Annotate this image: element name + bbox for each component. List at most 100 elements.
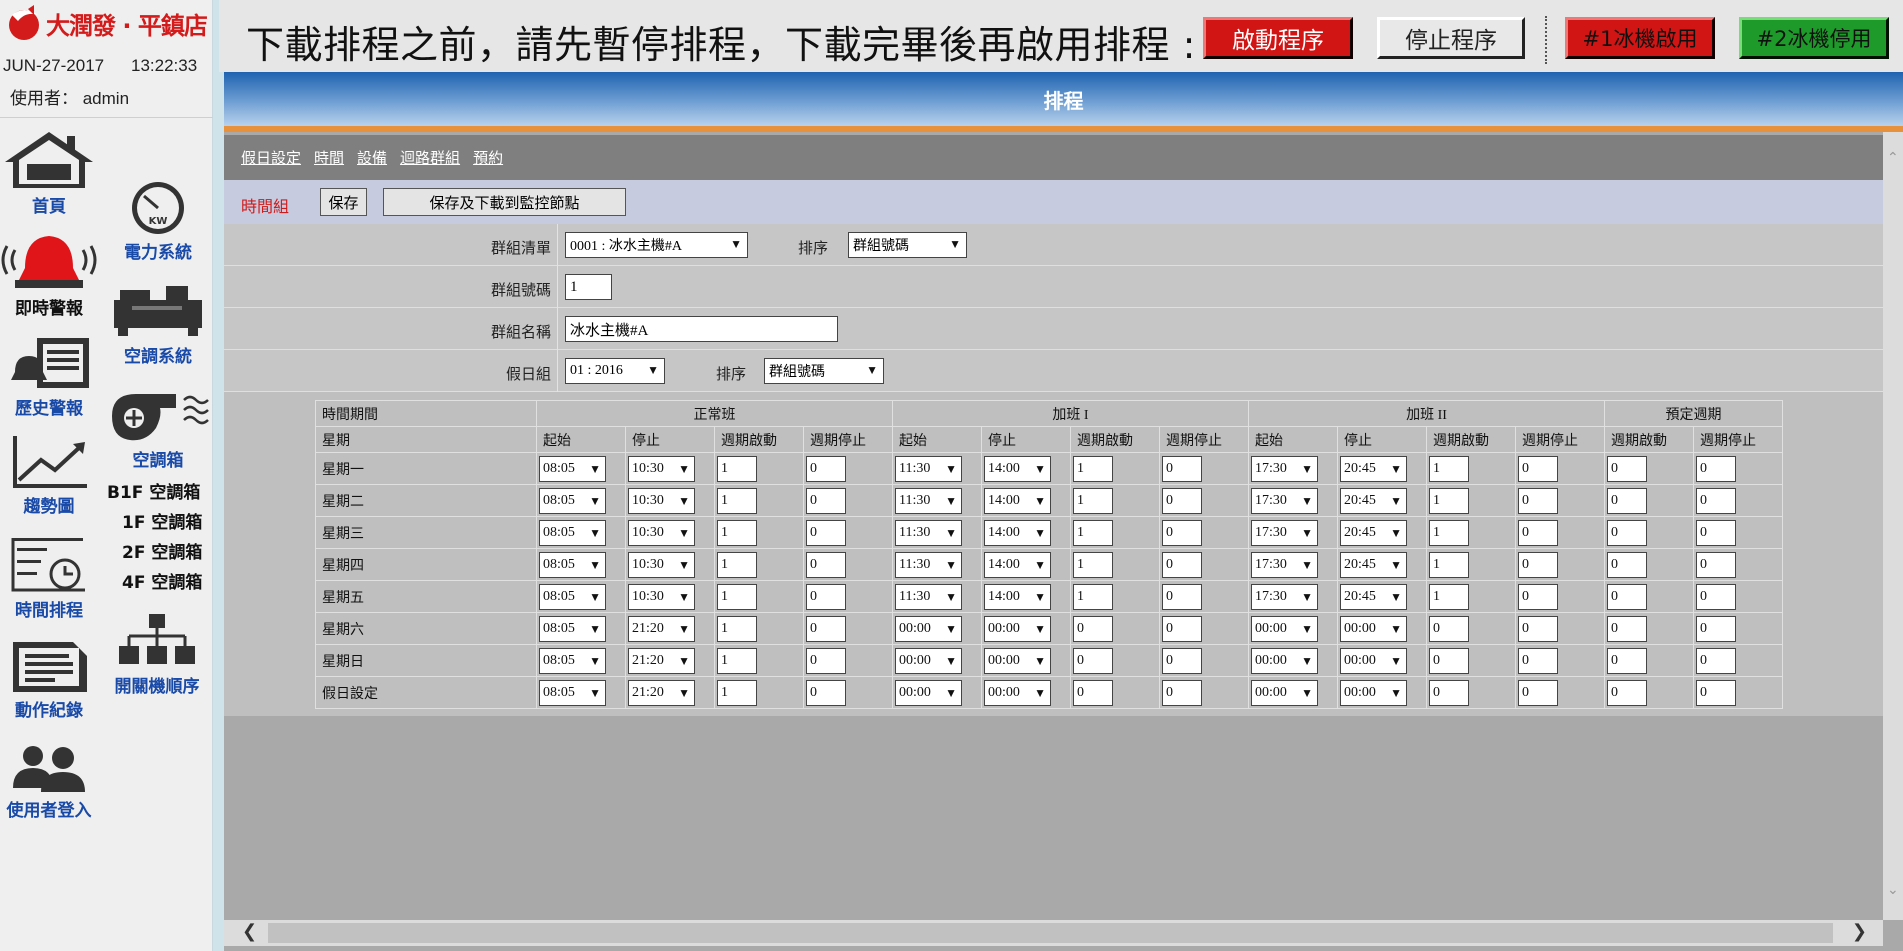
sort2-select[interactable]: 群組號碼 ▼: [764, 358, 884, 384]
start-time-select[interactable]: 08:05 ▼: [539, 583, 606, 610]
cycle-start-input[interactable]: 0: [1073, 679, 1113, 706]
cycle-stop-input[interactable]: 0: [806, 583, 846, 610]
stop-time-select[interactable]: 14:00 ▼: [984, 455, 1051, 482]
nav-power-system[interactable]: KW 電力系統: [106, 178, 210, 263]
cycle-stop-input[interactable]: 0: [1518, 647, 1558, 674]
planned-cycle-start-input[interactable]: 0: [1607, 487, 1647, 514]
start-time-select[interactable]: 17:30 ▼: [1251, 487, 1318, 514]
holiday-group-select[interactable]: 01 : 2016 ▼: [565, 358, 665, 384]
planned-cycle-start-input[interactable]: 0: [1607, 519, 1647, 546]
cycle-start-input[interactable]: 1: [1073, 487, 1113, 514]
chiller1-enable-button[interactable]: #1冰機啟用: [1565, 17, 1715, 59]
planned-cycle-stop-input[interactable]: 0: [1696, 455, 1736, 482]
planned-cycle-stop-input[interactable]: 0: [1696, 583, 1736, 610]
stop-time-select[interactable]: 20:45 ▼: [1340, 583, 1407, 610]
cycle-stop-input[interactable]: 0: [806, 455, 846, 482]
cycle-stop-input[interactable]: 0: [1518, 615, 1558, 642]
save-button[interactable]: 保存: [320, 188, 367, 216]
nav-realtime-alarm[interactable]: 即時警報: [0, 234, 98, 319]
cycle-stop-input[interactable]: 0: [1162, 519, 1202, 546]
nav-power-sequence[interactable]: 開關機順序: [104, 612, 210, 697]
start-time-select[interactable]: 00:00 ▼: [1251, 679, 1318, 706]
stop-time-select[interactable]: 21:20 ▼: [628, 615, 695, 642]
planned-cycle-stop-input[interactable]: 0: [1696, 615, 1736, 642]
horizontal-scroll-thumb[interactable]: [268, 923, 1833, 943]
stop-time-select[interactable]: 10:30 ▼: [628, 487, 695, 514]
stop-time-select[interactable]: 14:00 ▼: [984, 487, 1051, 514]
cycle-start-input[interactable]: 0: [1429, 647, 1469, 674]
cycle-stop-input[interactable]: 0: [1162, 455, 1202, 482]
cycle-start-input[interactable]: 1: [1429, 487, 1469, 514]
cycle-start-input[interactable]: 1: [717, 615, 757, 642]
cycle-stop-input[interactable]: 0: [1162, 615, 1202, 642]
cycle-stop-input[interactable]: 0: [806, 519, 846, 546]
nav-user-login[interactable]: 使用者登入: [0, 742, 98, 821]
cycle-start-input[interactable]: 1: [1073, 519, 1113, 546]
scroll-right-icon[interactable]: ❯: [1852, 921, 1867, 942]
start-time-select[interactable]: 11:30 ▼: [895, 519, 962, 546]
cycle-start-input[interactable]: 1: [1429, 455, 1469, 482]
start-time-select[interactable]: 11:30 ▼: [895, 583, 962, 610]
nav-history-alarm[interactable]: 歷史警報: [0, 334, 98, 419]
stop-time-select[interactable]: 21:20 ▼: [628, 647, 695, 674]
planned-cycle-stop-input[interactable]: 0: [1696, 679, 1736, 706]
start-time-select[interactable]: 17:30 ▼: [1251, 551, 1318, 578]
stop-time-select[interactable]: 14:00 ▼: [984, 519, 1051, 546]
cycle-start-input[interactable]: 1: [717, 455, 757, 482]
planned-cycle-start-input[interactable]: 0: [1607, 647, 1647, 674]
cycle-start-input[interactable]: 0: [1429, 679, 1469, 706]
cycle-start-input[interactable]: 1: [717, 679, 757, 706]
cycle-start-input[interactable]: 1: [1429, 551, 1469, 578]
planned-cycle-start-input[interactable]: 0: [1607, 615, 1647, 642]
subnav-time[interactable]: 時間: [314, 147, 344, 168]
cycle-stop-input[interactable]: 0: [1162, 487, 1202, 514]
start-time-select[interactable]: 17:30 ▼: [1251, 519, 1318, 546]
cycle-stop-input[interactable]: 0: [1162, 647, 1202, 674]
planned-cycle-stop-input[interactable]: 0: [1696, 487, 1736, 514]
scroll-left-icon[interactable]: ❮: [242, 921, 257, 942]
chiller2-disable-button[interactable]: #2冰機停用: [1739, 17, 1889, 59]
sort-select[interactable]: 群組號碼 ▼: [848, 232, 967, 258]
start-program-button[interactable]: 啟動程序: [1203, 17, 1353, 59]
stop-time-select[interactable]: 21:20 ▼: [628, 679, 695, 706]
planned-cycle-start-input[interactable]: 0: [1607, 455, 1647, 482]
cycle-start-input[interactable]: 1: [1073, 583, 1113, 610]
nav-hvac-system[interactable]: 空調系統: [106, 282, 210, 367]
cycle-stop-input[interactable]: 0: [806, 551, 846, 578]
scroll-down-icon[interactable]: ⌄: [1887, 882, 1899, 898]
start-time-select[interactable]: 00:00 ▼: [895, 647, 962, 674]
group-name-input[interactable]: 冰水主機#A: [565, 316, 838, 342]
start-time-select[interactable]: 17:30 ▼: [1251, 455, 1318, 482]
ac-floor-b1f[interactable]: B1F 空調箱: [107, 478, 200, 503]
cycle-start-input[interactable]: 1: [717, 551, 757, 578]
stop-time-select[interactable]: 00:00 ▼: [1340, 615, 1407, 642]
start-time-select[interactable]: 08:05 ▼: [539, 551, 606, 578]
nav-trend[interactable]: 趨勢圖: [0, 434, 98, 517]
cycle-start-input[interactable]: 1: [1073, 551, 1113, 578]
cycle-stop-input[interactable]: 0: [1162, 583, 1202, 610]
stop-time-select[interactable]: 20:45 ▼: [1340, 551, 1407, 578]
start-time-select[interactable]: 08:05 ▼: [539, 615, 606, 642]
start-time-select[interactable]: 00:00 ▼: [895, 615, 962, 642]
stop-time-select[interactable]: 00:00 ▼: [1340, 647, 1407, 674]
planned-cycle-stop-input[interactable]: 0: [1696, 551, 1736, 578]
stop-time-select[interactable]: 00:00 ▼: [984, 647, 1051, 674]
stop-time-select[interactable]: 20:45 ▼: [1340, 519, 1407, 546]
start-time-select[interactable]: 08:05 ▼: [539, 679, 606, 706]
group-no-input[interactable]: 1: [565, 274, 612, 300]
subnav-reservation[interactable]: 預約: [473, 147, 503, 168]
planned-cycle-stop-input[interactable]: 0: [1696, 519, 1736, 546]
planned-cycle-start-input[interactable]: 0: [1607, 583, 1647, 610]
stop-time-select[interactable]: 20:45 ▼: [1340, 455, 1407, 482]
cycle-stop-input[interactable]: 0: [1518, 487, 1558, 514]
stop-time-select[interactable]: 00:00 ▼: [984, 679, 1051, 706]
start-time-select[interactable]: 00:00 ▼: [895, 679, 962, 706]
stop-time-select[interactable]: 00:00 ▼: [984, 615, 1051, 642]
save-and-download-button[interactable]: 保存及下載到監控節點: [383, 188, 626, 216]
cycle-stop-input[interactable]: 0: [1518, 679, 1558, 706]
vertical-scrollbar[interactable]: ⌃ ⌄: [1883, 132, 1903, 920]
nav-home[interactable]: 首頁: [0, 128, 98, 217]
subnav-holiday-settings[interactable]: 假日設定: [241, 147, 301, 168]
cycle-start-input[interactable]: 0: [1073, 647, 1113, 674]
cycle-start-input[interactable]: 1: [1429, 583, 1469, 610]
